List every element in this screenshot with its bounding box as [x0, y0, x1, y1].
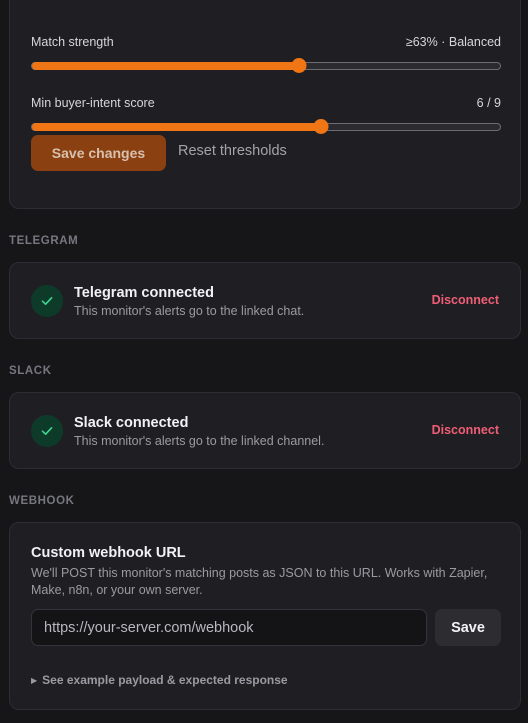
buyer-intent-thumb[interactable] — [313, 119, 329, 134]
slack-disconnect-button[interactable]: Disconnect — [432, 423, 499, 437]
telegram-subtitle: This monitor's alerts go to the linked c… — [74, 304, 305, 318]
check-icon — [31, 415, 63, 447]
example-payload-toggle[interactable]: ▶ See example payload & expected respons… — [31, 673, 288, 687]
webhook-save-button[interactable]: Save — [435, 609, 501, 646]
webhook-url-input[interactable] — [31, 609, 427, 646]
slack-subtitle: This monitor's alerts go to the linked c… — [74, 434, 325, 448]
triangle-right-icon: ▶ — [31, 675, 38, 685]
buyer-intent-fill — [32, 123, 321, 131]
webhook-title: Custom webhook URL — [31, 545, 186, 561]
buyer-intent-track[interactable] — [31, 119, 501, 134]
slack-section-label: SLACK — [9, 365, 52, 377]
telegram-disconnect-button[interactable]: Disconnect — [432, 293, 499, 307]
match-strength-fill — [32, 62, 299, 70]
telegram-section-label: TELEGRAM — [9, 235, 79, 247]
reset-thresholds-button[interactable]: Reset thresholds — [178, 143, 287, 159]
webhook-description: We'll POST this monitor's matching posts… — [31, 566, 488, 597]
save-changes-button[interactable]: Save changes — [31, 135, 166, 171]
webhook-section-label: WEBHOOK — [9, 495, 75, 507]
slack-card: Slack connected This monitor's alerts go… — [9, 392, 521, 469]
telegram-title: Telegram connected — [74, 285, 214, 301]
buyer-intent-label: Min buyer-intent score — [31, 96, 155, 110]
match-strength-track[interactable] — [31, 58, 501, 73]
buyer-intent-slider[interactable]: Min buyer-intent score 6 / 9 — [31, 96, 501, 136]
example-payload-label: See example payload & expected response — [42, 673, 288, 687]
match-strength-thumb[interactable] — [291, 58, 307, 73]
match-strength-value: ≥63% · Balanced — [405, 35, 501, 49]
thresholds-card: Match strength ≥63% · Balanced Min buyer… — [9, 0, 521, 209]
slack-title: Slack connected — [74, 415, 189, 431]
buyer-intent-value: 6 / 9 — [476, 96, 501, 110]
match-strength-slider[interactable]: Match strength ≥63% · Balanced — [31, 35, 501, 75]
webhook-card: Custom webhook URL We'll POST this monit… — [9, 522, 521, 710]
check-icon — [31, 285, 63, 317]
telegram-card: Telegram connected This monitor's alerts… — [9, 262, 521, 339]
match-strength-label: Match strength — [31, 35, 114, 49]
